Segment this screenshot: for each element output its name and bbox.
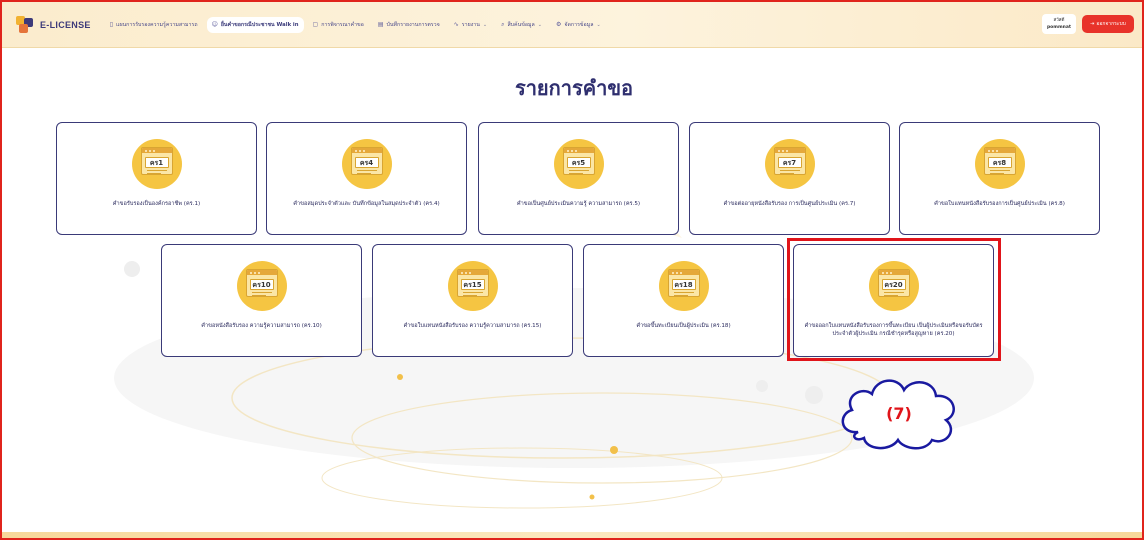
highlight-box: [787, 238, 1001, 361]
page-title: รายการคำขอ: [514, 76, 634, 100]
chart-line-icon: ∿: [453, 21, 459, 28]
document-icon: คร4: [341, 139, 392, 189]
nav-item-4[interactable]: ∿ รายงาน ⌄: [449, 17, 492, 33]
request-card[interactable]: คร8 คำขอใบแทนหนังสือรับรองการเป็นศูนย์ปร…: [899, 122, 1100, 235]
request-card[interactable]: คร7 คำขอต่ออายุหนังสือรับรอง การเป็นศูนย…: [689, 122, 890, 235]
request-card[interactable]: คร18 คำขอขึ้นทะเบียนเป็นผู้ประเมิน (คร.1…: [583, 244, 784, 357]
nav-item-1[interactable]: ☺ ยื่นคำขอกรณีประชาชน Walk in: [206, 16, 304, 33]
document-icon: คร18: [658, 261, 709, 311]
user-name: pommnat: [1046, 25, 1072, 30]
user-greeting: สวัสดี: [1053, 18, 1065, 23]
main-menu: ▯ แผนการรับรองความรู้ความสามารถ ☺ ยื่นคำขอก…: [105, 16, 606, 33]
user-icon: ☺: [211, 21, 218, 28]
brand[interactable]: E-LICENSE: [16, 15, 91, 34]
search-icon: ⌕: [501, 20, 505, 28]
card-caption: คำขอเป็นศูนย์ประเมินความรู้ ความสามารถ (…: [516, 201, 641, 207]
nav-item-5[interactable]: ⌕ สืบค้นข้อมูล ⌄: [496, 17, 547, 33]
form-code: คร5: [566, 157, 591, 168]
nav-item-label: สืบค้นข้อมูล: [507, 21, 535, 28]
nav-item-label: บันทึกรายงานการตรวจ: [386, 21, 440, 28]
chevron-down-icon: ⌄: [537, 21, 542, 28]
user-info[interactable]: สวัสดี pommnat: [1042, 14, 1076, 34]
request-card[interactable]: คร1 คำขอรับรองเป็นองค์กรอาชีพ (คร.1): [56, 122, 257, 235]
form-code: คร7: [777, 157, 802, 168]
bottom-bar: [2, 532, 1142, 538]
file-icon: ▤: [377, 21, 384, 28]
logout-button[interactable]: ⇥ ออกจากระบบ: [1082, 15, 1134, 33]
nav-item-label: ยื่นคำขอกรณีประชาชน Walk in: [220, 21, 299, 28]
request-card[interactable]: คร4 คำขอสมุดประจำตัวและ บันทึกข้อมูลในสม…: [266, 122, 467, 235]
request-card[interactable]: คร10 คำขอหนังสือรับรอง ความรู้ความสามารถ…: [161, 244, 362, 357]
form-code: คร8: [987, 157, 1012, 168]
nav-item-0[interactable]: ▯ แผนการรับรองความรู้ความสามารถ: [105, 17, 203, 33]
nav-item-label: การพิจารณาคำขอ: [321, 21, 364, 28]
card-caption: คำขอต่ออายุหนังสือรับรอง การเป็นศูนย์ประ…: [723, 201, 856, 207]
card-caption: คำขอหนังสือรับรอง ความรู้ความสามารถ (คร.…: [201, 323, 322, 329]
document-icon: คร7: [764, 139, 815, 189]
logout-icon: ⇥: [1090, 21, 1095, 27]
nav-item-label: จัดการข้อมูล: [564, 21, 594, 28]
callout-label: (7): [886, 404, 912, 423]
card-caption: คำขอขึ้นทะเบียนเป็นผู้ประเมิน (คร.18): [636, 323, 731, 329]
card-caption: คำขอสมุดประจำตัวและ บันทึกข้อมูลในสมุดปร…: [293, 201, 440, 207]
nav-item-2[interactable]: ▢ การพิจารณาคำขอ: [308, 17, 369, 33]
logout-label: ออกจากระบบ: [1096, 21, 1126, 27]
form-code: คร4: [354, 157, 379, 168]
gear-icon: ⚙: [555, 21, 562, 28]
brand-logo-icon: [16, 15, 34, 34]
document-icon: คร8: [974, 139, 1025, 189]
document-icon: คร15: [447, 261, 498, 311]
form-code: คร15: [460, 279, 485, 290]
nav-item-label: แผนการรับรองความรู้ความสามารถ: [116, 21, 198, 28]
form-code: คร1: [144, 157, 169, 168]
document-icon: ▢: [312, 21, 319, 28]
document-icon: คร10: [236, 261, 287, 311]
chevron-down-icon: ⌄: [482, 21, 488, 28]
app-window: E-LICENSE ▯ แผนการรับรองความรู้ความสามารถ…: [0, 0, 1144, 540]
card-caption: คำขอใบแทนหนังสือรับรองการเป็นศูนย์ประเมิ…: [934, 201, 1065, 207]
top-navbar: E-LICENSE ▯ แผนการรับรองความรู้ความสามารถ…: [2, 2, 1142, 48]
brand-name: E-LICENSE: [40, 19, 91, 30]
nav-item-3[interactable]: ▤ บันทึกรายงานการตรวจ: [373, 17, 445, 33]
nav-item-label: รายงาน: [461, 21, 480, 28]
nav-item-6[interactable]: ⚙ จัดการข้อมูล ⌄: [551, 17, 606, 33]
request-card[interactable]: คร5 คำขอเป็นศูนย์ประเมินความรู้ ความสามา…: [478, 122, 679, 235]
request-card[interactable]: คร15 คำขอใบแทนหนังสือรับรอง ความรู้ความส…: [372, 244, 573, 357]
document-icon: คร1: [131, 139, 182, 189]
card-caption: คำขอใบแทนหนังสือรับรอง ความรู้ความสามารถ…: [403, 323, 542, 329]
chevron-down-icon: ⌄: [596, 21, 601, 28]
form-code: คร10: [249, 279, 274, 290]
document-icon: คร5: [553, 139, 604, 189]
book-icon: ▯: [109, 21, 114, 28]
form-code: คร18: [671, 279, 696, 290]
card-caption: คำขอรับรองเป็นองค์กรอาชีพ (คร.1): [112, 201, 201, 207]
